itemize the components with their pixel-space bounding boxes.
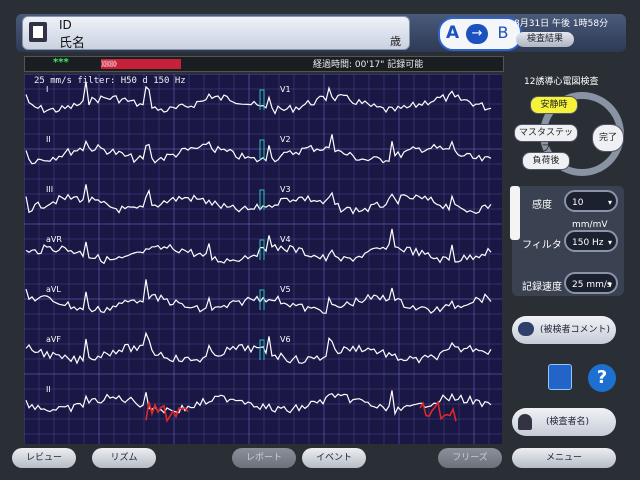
report-button[interactable]: レポート — [232, 448, 296, 468]
speed-label: 記録速度 — [522, 282, 562, 293]
bottom-toolbar: レビュー リズム レポート イベント フリーズ メニュー — [0, 446, 640, 480]
lead-label: V6 — [280, 335, 291, 344]
lead-label: V1 — [280, 85, 291, 94]
recording-status-bar: *** 》》》》》》 経過時間: 00'17" 記録可能 — [24, 56, 504, 72]
lead-label: aVF — [46, 335, 61, 344]
arrhythmia-highlight — [419, 400, 457, 422]
lead-label: II — [46, 135, 51, 144]
lead-label: I — [46, 85, 48, 94]
datetime-display: 8月31日 午後 1時58分 — [514, 19, 609, 29]
lead-label: aVL — [46, 285, 61, 294]
calibration-marker — [259, 139, 265, 160]
document-icon[interactable] — [548, 364, 572, 390]
ab-b-label: B — [497, 23, 509, 42]
lead-label: V3 — [280, 185, 291, 194]
progress-indicator: 》》》》》》 — [101, 59, 181, 69]
signal-indicator: *** — [53, 57, 69, 68]
step-rest-button[interactable]: 安静時 — [530, 96, 578, 114]
sensitivity-select[interactable]: 10 mm/mV — [564, 190, 618, 230]
ab-a-label: A — [446, 23, 460, 43]
ecg-trace — [25, 390, 492, 416]
elapsed-time: 経過時間: 00'17" 記録可能 — [313, 60, 424, 70]
lead-label: V4 — [280, 235, 291, 244]
person-icon — [518, 414, 532, 430]
lead-label: II — [46, 385, 51, 394]
sensitivity-label: 感度 — [532, 200, 552, 211]
filter-setting-label: フィルタ — [522, 240, 562, 251]
patient-comment-button[interactable]: (被検者コメント) — [512, 316, 616, 344]
ecg-waveform-area: I V1 II V2 III V3 aVR V4 aVL V5 aVF V6 II — [24, 74, 502, 444]
speech-bubble-icon — [518, 322, 534, 336]
calibration-marker — [259, 339, 265, 360]
examiner-name-label: (検査者名) — [546, 417, 590, 427]
filter-info: 25 mm/s filter: H50 d 150 Hz — [34, 76, 186, 86]
freeze-button[interactable]: フリーズ — [438, 448, 502, 468]
ecg-trace — [25, 81, 492, 115]
header-bar: ID 氏名 歳 A → B 8月31日 午後 1時58分 検査結果 — [16, 14, 626, 52]
settings-panel: 感度 10 mm/mV フィルタ 150 Hz 記録速度 25 mm/s — [512, 186, 624, 296]
ecg-grid: I V1 II V2 III V3 aVR V4 aVL V5 aVF V6 II — [24, 74, 502, 444]
ecg-monitor-screen: ID 氏名 歳 A → B 8月31日 午後 1時58分 検査結果 *** 》》… — [0, 0, 640, 480]
rhythm-button[interactable]: リズム — [92, 448, 156, 468]
step-done-button[interactable]: 完了 — [592, 124, 624, 152]
lead-label: aVR — [46, 235, 62, 244]
calibration-marker — [259, 89, 265, 110]
step-load-button[interactable]: 負荷後 — [522, 152, 570, 170]
ab-switch-button[interactable]: A → B — [438, 17, 522, 51]
exam-result-button[interactable]: 検査結果 — [516, 32, 574, 47]
exam-title: 12誘導心電図検査 — [524, 77, 599, 87]
step-master-button[interactable]: マスタステップ — [514, 124, 578, 154]
patient-id-label: ID — [59, 18, 72, 32]
help-icon[interactable]: ? — [588, 364, 616, 392]
lead-label: V5 — [280, 285, 291, 294]
panel-collapse-tab[interactable] — [510, 186, 520, 240]
filter-select[interactable]: 150 Hz — [564, 230, 618, 254]
patient-comment-label: (被検者コメント) — [540, 325, 611, 335]
menu-button[interactable]: メニュー — [512, 448, 616, 468]
review-button[interactable]: レビュー — [12, 448, 76, 468]
lead-label: V2 — [280, 135, 291, 144]
patient-info-box[interactable]: ID 氏名 歳 — [22, 16, 410, 51]
ecg-trace — [25, 279, 492, 314]
patient-card-icon — [29, 22, 47, 42]
event-button[interactable]: イベント — [302, 448, 366, 468]
ecg-trace — [25, 228, 492, 265]
lead-label: III — [46, 185, 53, 194]
arrow-right-icon: → — [466, 24, 488, 44]
calibration-marker — [259, 239, 265, 260]
patient-name-label: 氏名 — [59, 36, 86, 51]
examiner-name-button[interactable]: (検査者名) — [512, 408, 616, 436]
patient-age-label: 歳 — [390, 35, 401, 48]
speed-select[interactable]: 25 mm/s — [564, 272, 618, 296]
